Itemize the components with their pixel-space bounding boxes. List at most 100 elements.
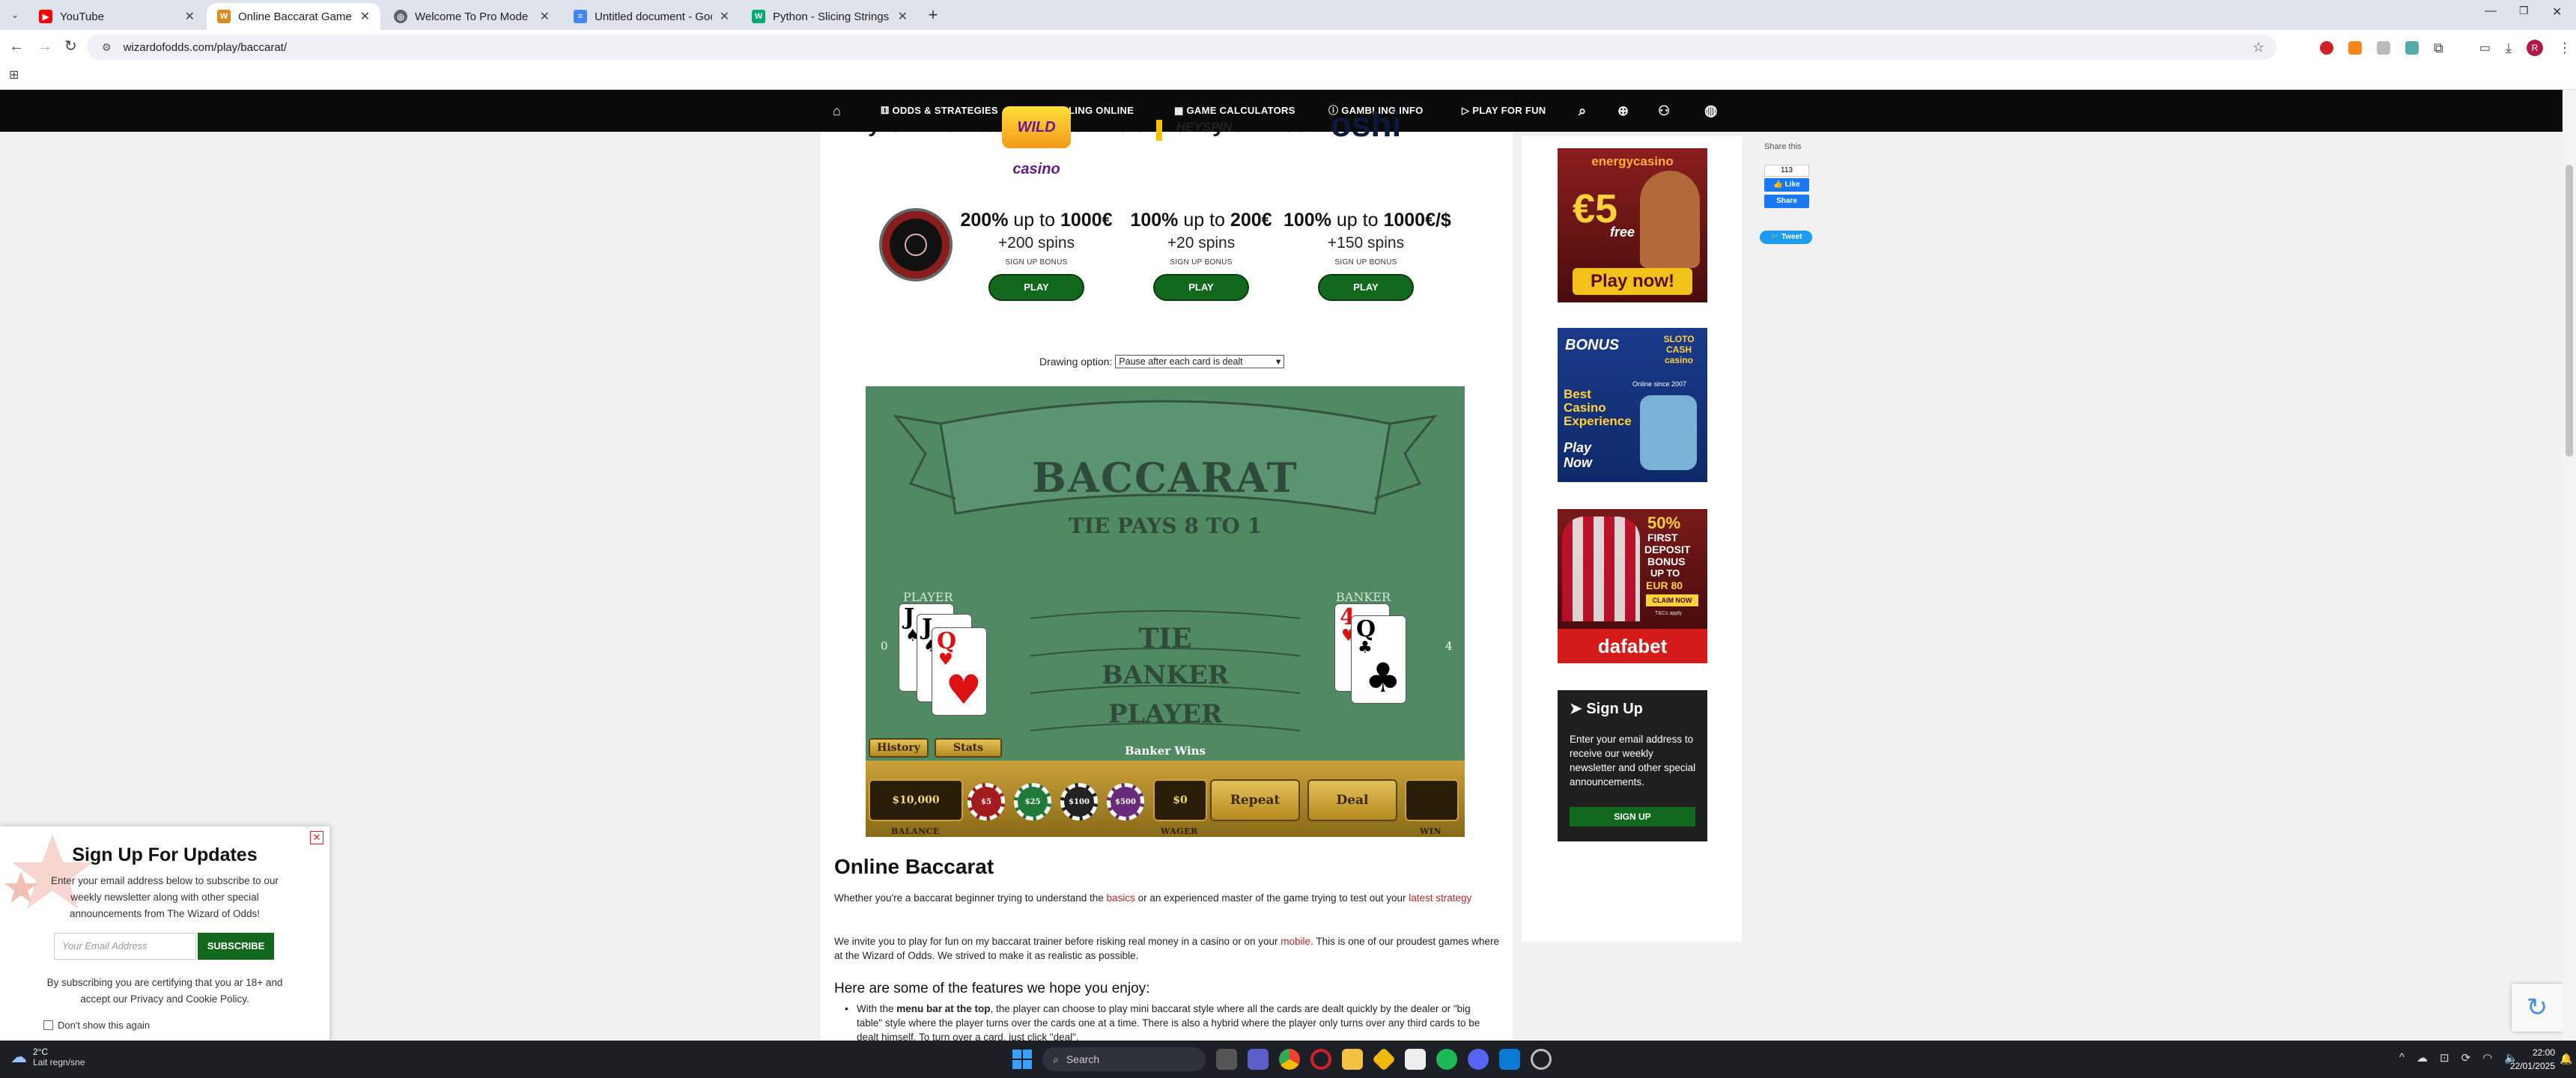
reload-icon[interactable]: ↻ [64,30,77,63]
facebook-like-button[interactable]: 👍 Like [1764,178,1809,192]
dont-show-checkbox[interactable]: Don't show this again [43,1020,150,1031]
ad-offer-sub: free [1610,225,1635,240]
tab-search-icon[interactable]: ⌄ [7,7,22,22]
onedrive-icon[interactable]: ☁ [2416,1051,2428,1065]
apps-grid-icon[interactable]: ⊞ [9,67,19,82]
forward-icon[interactable]: → [37,30,52,63]
avatar[interactable]: R [2526,40,2543,56]
bet-area-banker[interactable]: BANKER [1060,660,1270,690]
subscribe-button[interactable]: SUBSCRIBE [198,933,274,960]
close-popup-icon[interactable]: ✕ [310,831,323,844]
scrollbar-thumb[interactable] [2566,165,2573,457]
close-tab-icon[interactable]: ✕ [540,9,550,24]
home-icon[interactable]: ⌂ [833,90,841,132]
play-button[interactable]: PLAY [1318,274,1414,301]
file-explorer-icon[interactable] [1216,1049,1237,1070]
site-info-icon[interactable]: ⚙ [102,41,112,54]
puzzle-extensions-icon[interactable]: ⧉ [2434,40,2443,56]
start-button[interactable] [1012,1050,1032,1069]
nav-label: GAME CALCULATORS [1186,105,1295,116]
search-icon[interactable]: ⌕ [1579,90,1586,132]
binance-icon[interactable] [1372,1047,1396,1071]
calendar-icon[interactable] [1405,1049,1426,1070]
chevron-up-icon[interactable]: ^ [2399,1051,2405,1065]
download-icon[interactable]: ⤓ [2506,40,2512,56]
network-icon[interactable]: ⊡ [2440,1051,2449,1065]
mobile-link[interactable]: mobile [1281,936,1310,947]
cast-icon[interactable]: ▭ [2479,40,2491,55]
tab-python[interactable]: W Python - Slicing Strings ✕ [741,3,918,30]
teams-icon[interactable] [1248,1049,1269,1070]
globe-icon[interactable]: ◍ [1704,90,1718,132]
wizard-of-odds-icon: W [217,10,231,23]
stats-button[interactable]: Stats [935,738,1002,758]
settings-icon[interactable] [1531,1049,1552,1070]
latest-strategy-link[interactable]: latest strategy [1409,892,1471,904]
ad-cta[interactable]: Play Now [1564,440,1623,470]
chip-25[interactable]: $25 [1014,783,1051,820]
play-button[interactable]: PLAY [988,274,1084,301]
add-user-icon[interactable]: ⊕ [1617,90,1629,132]
deal-button[interactable]: Deal [1307,779,1397,821]
facebook-share-button[interactable]: Share [1764,195,1809,208]
discord-icon[interactable] [1468,1049,1489,1070]
back-icon[interactable]: ← [9,30,24,63]
recaptcha-badge[interactable]: ↻ [2512,984,2563,1032]
offer-oshi: oshi 100% up to 1000€/$ +150 spins SIGN … [1284,105,1451,301]
extension-icon[interactable] [2377,41,2390,55]
tab-youtube[interactable]: ▶ YouTube ✕ [28,3,205,30]
taskbar-search[interactable]: ⌕ Search [1042,1047,1206,1071]
chrome-icon[interactable] [1279,1049,1300,1070]
close-window-icon[interactable]: ✕ [2552,4,2562,19]
close-tab-icon[interactable]: ✕ [898,9,908,24]
close-tab-icon[interactable]: ✕ [360,9,370,24]
opera-extension-icon[interactable] [2320,41,2333,55]
chip-500[interactable]: $500 [1107,783,1144,820]
email-field[interactable]: Your Email Address [54,933,196,960]
notification-icon[interactable]: 🔔 [2560,1053,2572,1065]
vscode-icon[interactable] [1499,1049,1520,1070]
extension-icon[interactable] [2405,41,2419,55]
new-tab-button[interactable]: + [923,4,944,25]
tab-pro-mode[interactable]: ◎ Welcome To Pro Mode ✕ [383,3,560,30]
metamask-extension-icon[interactable] [2348,41,2362,55]
tab-baccarat[interactable]: W Online Baccarat Game - Pla ✕ [207,3,380,30]
address-bar[interactable]: ⚙ wizardofodds.com/play/baccarat/ ☆ [87,34,2276,60]
checkbox-box[interactable] [43,1020,53,1030]
ad-dafabet[interactable]: 50% FIRST DEPOSIT BONUS UP TO EUR 80 CLA… [1558,509,1707,663]
close-tab-icon[interactable]: ✕ [720,9,729,24]
tweet-button[interactable]: 🐦 Tweet [1760,231,1812,244]
wifi-icon[interactable]: ◠ [2482,1051,2492,1065]
ad-energycasino[interactable]: energycasino €5 free Play now! [1558,148,1707,302]
bet-area-tie[interactable]: TIE [1090,623,1240,654]
folder-icon[interactable] [1342,1049,1363,1070]
maximize-icon[interactable]: ❐ [2519,4,2529,17]
sync-icon[interactable]: ⟳ [2461,1051,2471,1065]
clock[interactable]: 22:00 22/01/2025 [2509,1046,2555,1073]
bookmark-star-icon[interactable]: ☆ [2253,40,2264,55]
chip-100[interactable]: $100 [1060,783,1098,820]
nav-odds-strategies[interactable]: ⚅ ODDS & STRATEGIES [881,90,998,132]
repeat-button[interactable]: Repeat [1210,779,1300,821]
nav-play-for-fun[interactable]: ▷ PLAY FOR FUN [1462,90,1546,132]
ad-text: Best Casino Experience [1564,387,1632,428]
ad-sloto-cash[interactable]: BONUS SLOTO CASH casino Online since 200… [1558,328,1707,482]
minimize-icon[interactable]: — [2485,4,2497,18]
users-icon[interactable]: ⚇ [1658,90,1670,132]
ad-cta-button[interactable]: Play now! [1573,268,1692,295]
weather-widget[interactable]: ☁ 2°C Lait regn/sne [10,1047,85,1068]
drawing-option-select[interactable]: Pause after each card is dealt ▾ [1115,355,1285,368]
basics-link[interactable]: basics [1107,892,1135,904]
offer-spins: +150 spins [1327,234,1405,252]
bet-area-player[interactable]: PLAYER [1060,699,1270,729]
signup-button[interactable]: SIGN UP [1570,807,1695,826]
opera-icon[interactable] [1310,1049,1331,1070]
play-button[interactable]: PLAY [1153,274,1249,301]
spotify-icon[interactable] [1436,1049,1457,1070]
ad-claim[interactable]: CLAIM NOW [1646,594,1698,606]
close-tab-icon[interactable]: ✕ [185,9,195,24]
menu-kebab-icon[interactable]: ⋮ [2558,40,2572,56]
chip-5[interactable]: $5 [967,783,1005,820]
history-button[interactable]: History [869,738,929,758]
tab-google-docs[interactable]: ≡ Untitled document - Google D ✕ [563,3,740,30]
